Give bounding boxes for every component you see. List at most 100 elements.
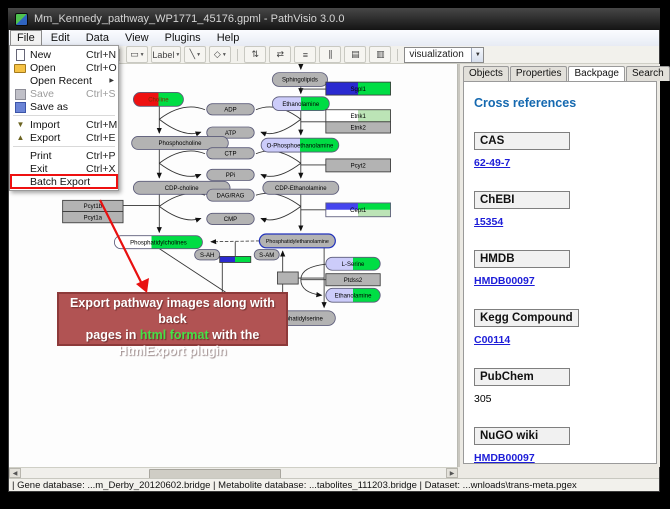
distribute-vertical-button[interactable]: ∥ xyxy=(319,46,341,63)
menu-item-shortcut: Ctrl+X xyxy=(86,163,115,175)
stack-horizontal-button[interactable]: ▥ xyxy=(369,46,391,63)
pathway-node-etnk1[interactable]: Etnk1 xyxy=(326,110,391,122)
export-arrow-icon: ▲ xyxy=(14,132,27,144)
pathway-node-gene-box-small[interactable] xyxy=(278,272,299,284)
node-label: Sgpl1 xyxy=(350,87,366,93)
scroll-right-icon[interactable]: ▶ xyxy=(446,468,458,478)
file-menu-item-exit[interactable]: ExitCtrl+X xyxy=(11,162,117,175)
pathway-node-cmp[interactable]: CMP xyxy=(207,213,254,224)
pathway-node-sgpl1[interactable]: Sgpl1 xyxy=(326,82,391,95)
file-menu-item-import[interactable]: ▼ImportCtrl+M xyxy=(11,118,117,131)
menu-item-label: Print xyxy=(30,150,86,162)
pathway-node-s-am[interactable]: S-AM xyxy=(254,250,279,260)
pathway-node-cdp-ethanolamine[interactable]: CDP-Ethanolamine xyxy=(263,181,339,194)
file-menu-item-save[interactable]: SaveCtrl+S xyxy=(11,87,117,100)
pathway-node-phosphatidylethanolamine[interactable]: Phosphatidylethanolamine xyxy=(259,234,335,248)
pathway-node-ctp[interactable]: CTP xyxy=(207,148,254,159)
titlebar: Mm_Kennedy_pathway_WP1771_45176.gpml - P… xyxy=(8,8,660,30)
pathway-node-ethanolamine-top[interactable]: Ethanolamine xyxy=(272,97,329,111)
visualization-combo[interactable]: visualization ▼ xyxy=(404,47,484,63)
menu-item-label: New xyxy=(30,49,86,61)
new-document-icon xyxy=(14,49,27,61)
stack-vertical-button[interactable]: ▤ xyxy=(344,46,366,63)
distribute-horizontal-button[interactable]: ≡ xyxy=(294,46,316,63)
menu-item-label: Save as xyxy=(30,101,86,113)
node-label: Pcyt2 xyxy=(351,164,367,170)
pathway-node-s-ah[interactable]: S-AH xyxy=(195,250,220,260)
pathway-node-etnk2[interactable]: Etnk2 xyxy=(326,122,391,133)
node-label: S-AM xyxy=(259,253,274,259)
tab-properties[interactable]: Properties xyxy=(510,66,568,81)
file-menu-item-batch-export[interactable]: Batch Export xyxy=(11,175,117,188)
xref-link[interactable]: 62-49-7 xyxy=(474,157,646,169)
menu-item-label: Batch Export xyxy=(30,176,86,188)
shape-button-glyph: ◇ xyxy=(214,49,221,60)
menu-view[interactable]: View xyxy=(118,30,156,46)
horizontal-scrollbar[interactable]: ◀ ▶ xyxy=(9,467,458,478)
node-label: PPi xyxy=(226,173,235,179)
tab-search[interactable]: Search xyxy=(626,66,670,81)
menu-plugins[interactable]: Plugins xyxy=(158,30,208,46)
annotation-line3: HtmlExport plugin xyxy=(118,344,226,358)
file-menu-item-export[interactable]: ▲ExportCtrl+E xyxy=(11,131,117,144)
align-horizontal-center-button[interactable]: ⇄ xyxy=(269,46,291,63)
pathway-node-pemt-partial[interactable] xyxy=(220,256,251,262)
pathway-node-pcyt1a[interactable]: Pcyt1a xyxy=(63,212,123,223)
pathway-node-pcyt1b[interactable]: Pcyt1b xyxy=(63,200,123,211)
shape-button[interactable]: ◇▼ xyxy=(209,46,231,63)
pathway-node-adp[interactable]: ADP xyxy=(207,104,254,115)
menu-item-shortcut: Ctrl+O xyxy=(86,62,117,74)
backpage-panel: Cross references CAS62-49-7ChEBI15354HMD… xyxy=(463,81,657,464)
menu-item-shortcut: Ctrl+P xyxy=(86,150,115,162)
scroll-left-icon[interactable]: ◀ xyxy=(9,468,21,478)
file-menu-item-save-as[interactable]: Save as xyxy=(11,100,117,113)
pathway-node-dag[interactable]: DAG/RAG xyxy=(207,189,254,201)
line-button[interactable]: ╲▼ xyxy=(184,46,206,63)
file-menu-item-open[interactable]: OpenCtrl+O xyxy=(11,61,117,74)
open-folder-icon xyxy=(14,62,27,74)
file-menu-dropdown: NewCtrl+NOpenCtrl+OOpen Recent▶SaveCtrl+… xyxy=(9,45,119,191)
node-label: Phosphocholine xyxy=(159,141,203,147)
pathway-node-l-serine[interactable]: L-Serine xyxy=(326,257,380,270)
menu-item-shortcut: Ctrl+E xyxy=(86,132,115,144)
node-label: Etnk2 xyxy=(350,126,366,132)
menu-edit[interactable]: Edit xyxy=(44,30,77,46)
node-label: Cept1 xyxy=(350,208,367,214)
xref-section-title: CAS xyxy=(474,132,570,150)
menu-data[interactable]: Data xyxy=(79,30,116,46)
node-label: L-Serine xyxy=(342,262,365,268)
file-menu-item-print[interactable]: PrintCtrl+P xyxy=(11,149,117,162)
menu-item-label: Open xyxy=(30,62,86,74)
datanode-button[interactable]: ▭▼ xyxy=(126,46,148,63)
pathway-node-o-phosphoethanolamine[interactable]: O-Phosphoethanolamine xyxy=(261,138,339,152)
pathway-node-ethanolamine-lower[interactable]: Ethanolamine xyxy=(326,288,380,302)
align-vertical-center-button[interactable]: ⇅ xyxy=(244,46,266,63)
xref-section-title: NuGO wiki xyxy=(474,427,570,445)
xref-link[interactable]: HMDB00097 xyxy=(474,452,646,464)
file-menu-item-new[interactable]: NewCtrl+N xyxy=(11,48,117,61)
pathway-node-ppi[interactable]: PPi xyxy=(207,169,254,180)
menu-help[interactable]: Help xyxy=(210,30,247,46)
node-label: Choline xyxy=(148,98,169,104)
menu-item-label: Exit xyxy=(30,163,86,175)
file-menu-item-open-recent[interactable]: Open Recent▶ xyxy=(11,74,117,87)
pathway-node-pcyt2[interactable]: Pcyt2 xyxy=(326,159,391,172)
label-button[interactable]: Label▼ xyxy=(151,46,181,63)
tab-backpage[interactable]: Backpage xyxy=(568,66,624,82)
pathway-node-choline-top[interactable]: Choline xyxy=(133,92,183,106)
xref-section-title: HMDB xyxy=(474,250,570,268)
annotation-line2-post: with the xyxy=(209,328,260,342)
xref-link[interactable]: C00114 xyxy=(474,334,646,346)
xref-link[interactable]: HMDB00097 xyxy=(474,275,646,287)
statusbar: | Gene database: ...m_Derby_20120602.bri… xyxy=(9,478,659,491)
pathway-node-ptdss2[interactable]: Ptdss2 xyxy=(326,274,380,286)
tab-objects[interactable]: Objects xyxy=(463,66,509,81)
xref-link[interactable]: 15354 xyxy=(474,216,646,228)
annotation-line1: Export pathway images along with back xyxy=(70,296,275,326)
menu-file[interactable]: File xyxy=(10,30,42,46)
pathway-node-cept1[interactable]: Cept1 xyxy=(326,203,391,217)
pathway-node-phosphatidylcholines[interactable]: Phosphatidylcholines xyxy=(114,236,202,249)
chevron-down-icon[interactable]: ▼ xyxy=(471,48,483,62)
pathway-node-sphingolipids[interactable]: Sphingolipids xyxy=(272,73,327,87)
node-label: O-Phosphoethanolamine xyxy=(267,143,334,149)
